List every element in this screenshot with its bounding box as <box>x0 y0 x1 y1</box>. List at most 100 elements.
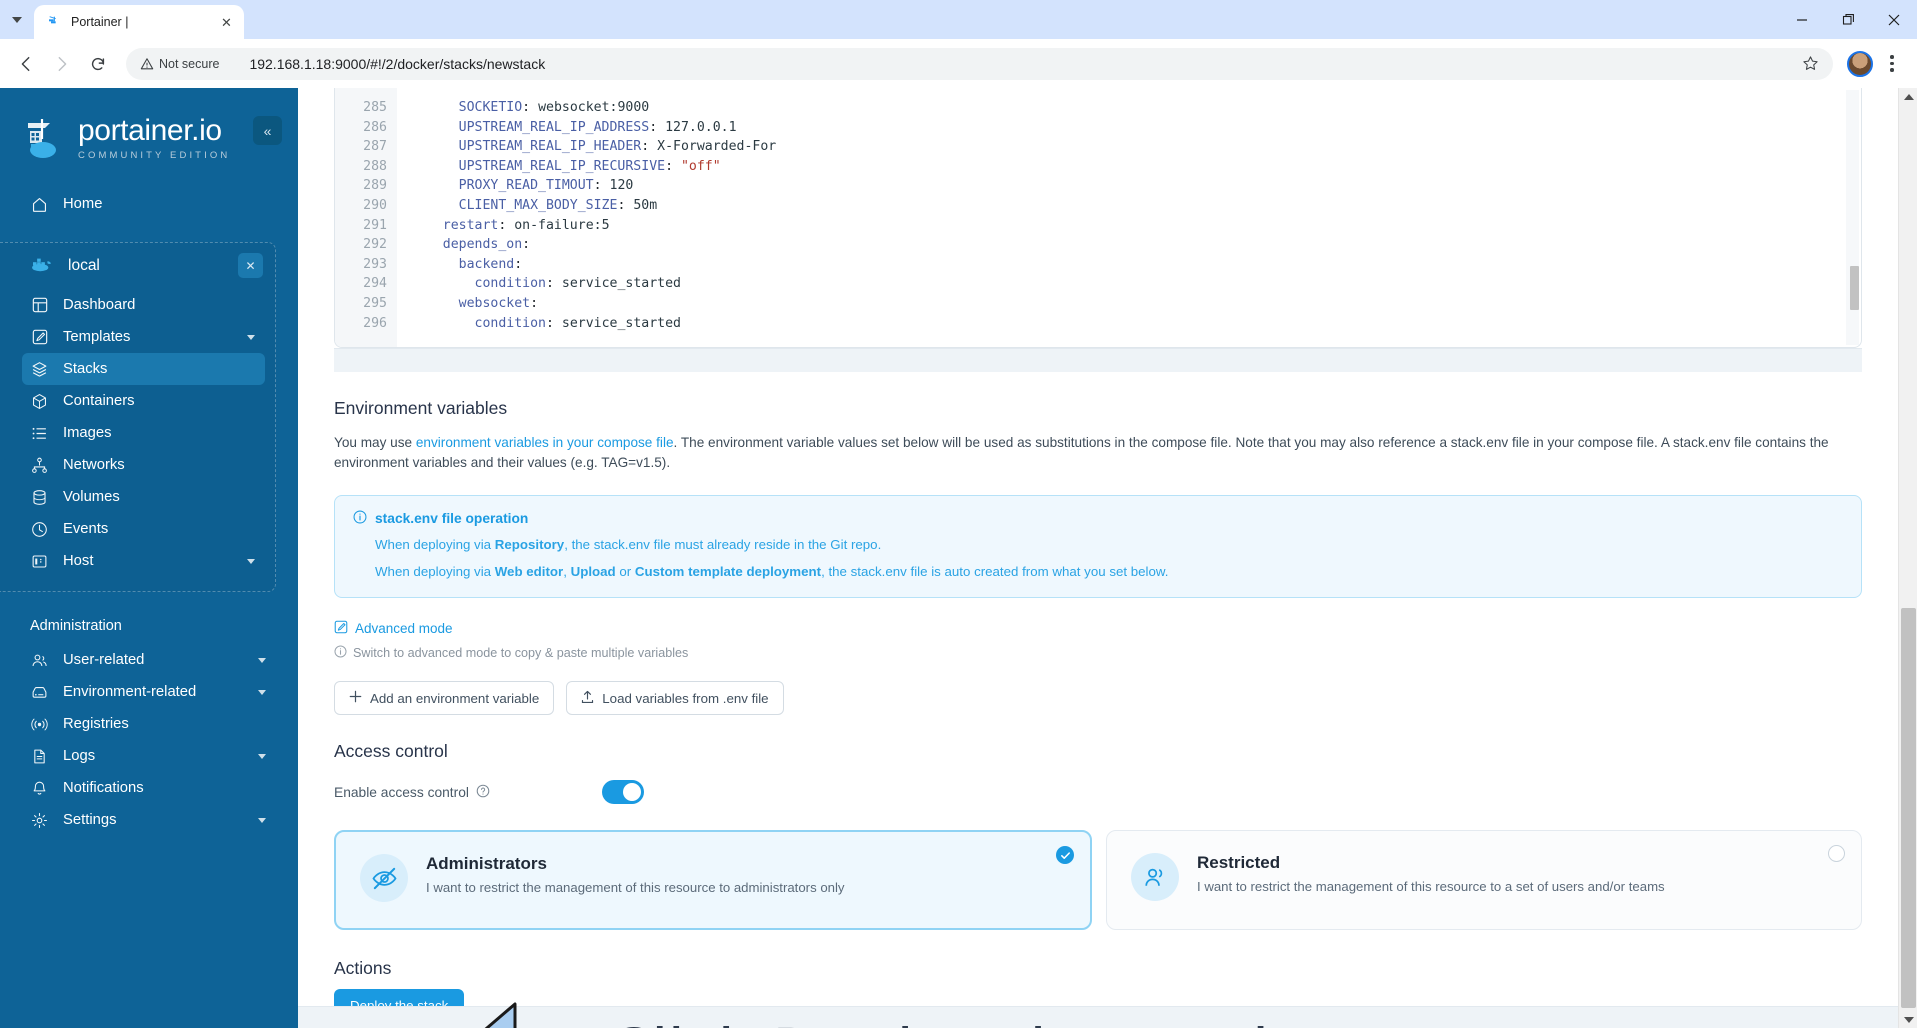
editor-line: UPSTREAM_REAL_IP_HEADER: X-Forwarded-For <box>458 139 777 155</box>
bookmark-star-icon[interactable] <box>1797 51 1823 77</box>
add-environment-variable-button[interactable]: Add an environment variable <box>334 681 555 715</box>
window-controls <box>1779 0 1917 39</box>
check-icon[interactable] <box>1056 846 1074 864</box>
docker-icon <box>30 255 54 278</box>
page-scrollbar-thumb[interactable] <box>1901 608 1916 1008</box>
tab-search-button[interactable] <box>0 4 34 36</box>
browser-menu-button[interactable] <box>1877 48 1907 80</box>
sidebar-item-networks[interactable]: Networks <box>22 449 265 481</box>
environment-icon <box>30 683 49 702</box>
images-icon <box>30 424 49 443</box>
environment-variables-description: You may use environment variables in you… <box>334 433 1862 473</box>
sidebar-item-label: Containers <box>63 393 135 409</box>
editor-line: depends_on: <box>442 237 531 253</box>
editor-line-number: 291 <box>363 217 387 233</box>
editor-line: UPSTREAM_REAL_IP_ADDRESS: 127.0.0.1 <box>458 119 737 135</box>
reload-button[interactable] <box>82 48 114 80</box>
radio-button[interactable] <box>1828 845 1845 862</box>
compose-file-link[interactable]: environment variables in your compose fi… <box>416 435 674 450</box>
tab-title: Portainer | <box>71 15 129 29</box>
sidebar-item-label: Events <box>63 521 109 537</box>
callout-line-1: When deploying via Repository, the stack… <box>375 536 1843 554</box>
users-group-icon <box>1131 853 1179 901</box>
access-card-restricted[interactable]: Restricted I want to restrict the manage… <box>1106 830 1862 930</box>
scroll-up-button[interactable] <box>1899 88 1917 105</box>
sidebar-item-label: Images <box>63 425 112 441</box>
sidebar-item-events[interactable]: Events <box>22 513 265 545</box>
home-icon <box>30 195 49 214</box>
close-window-button[interactable] <box>1871 0 1917 39</box>
sidebar-item-settings[interactable]: Settings <box>22 804 276 836</box>
forward-button[interactable] <box>46 48 78 80</box>
sidebar-item-label: Networks <box>63 457 125 473</box>
triangle-up-icon <box>1903 93 1914 100</box>
page-scrollbar[interactable] <box>1898 88 1917 1028</box>
browser-tab[interactable]: Portainer | ✕ <box>34 5 244 39</box>
scroll-down-button[interactable] <box>1899 1011 1917 1028</box>
page-viewport: portainer.io COMMUNITY EDITION « Home lo… <box>0 88 1917 1028</box>
chevron-down-icon <box>247 558 255 564</box>
networks-icon <box>30 456 49 475</box>
sidebar-item-containers[interactable]: Containers <box>22 385 265 417</box>
back-button[interactable] <box>10 48 42 80</box>
sidebar-item-logs[interactable]: Logs <box>22 740 276 772</box>
section-title-access-control: Access control <box>334 741 448 761</box>
sidebar-collapse-button[interactable]: « <box>253 116 282 145</box>
sidebar-environment-close-icon[interactable]: ✕ <box>238 253 263 278</box>
address-bar[interactable]: Not secure 192.168.1.18:9000/#!/2/docker… <box>126 47 1833 80</box>
editor-line-number: 285 <box>363 100 387 115</box>
enable-access-control-text: Enable access control <box>334 784 469 800</box>
close-icon[interactable]: ✕ <box>217 13 236 32</box>
access-card-title: Administrators <box>426 854 547 873</box>
compose-editor[interactable]: 285 286 287 288 289 290 291 292 293 294 295 296 SOC… <box>334 88 1862 348</box>
editor-line-number: 296 <box>363 315 387 331</box>
browser-titlebar: Portainer | ✕ <box>0 0 1917 39</box>
sidebar-section-administration: Administration <box>30 618 122 634</box>
add-env-label: Add an environment variable <box>370 690 540 706</box>
volumes-icon <box>30 488 49 507</box>
callout-l2-b: Web editor <box>494 564 564 579</box>
sidebar-item-registries[interactable]: Registries <box>22 708 276 740</box>
sidebar-item-label: Host <box>63 553 94 569</box>
sidebar-item-volumes[interactable]: Volumes <box>22 481 265 513</box>
sidebar-item-label: Notifications <box>63 780 144 796</box>
sidebar-environment-header[interactable]: local ✕ <box>0 243 275 289</box>
edit-icon <box>334 620 348 637</box>
sidebar-item-label: Volumes <box>63 489 120 505</box>
sidebar-item-host[interactable]: Host <box>22 545 265 577</box>
sidebar-item-label: Registries <box>63 716 129 732</box>
editor-line: condition: service_started <box>474 276 681 292</box>
editor-code[interactable]: SOCKETIO: websocket:9000 UPSTREAM_REAL_I… <box>397 88 1861 347</box>
callout-l1-a: When deploying via <box>375 537 495 552</box>
editor-line-number: 293 <box>363 256 387 272</box>
sidebar-item-home[interactable]: Home <box>22 188 276 220</box>
sidebar-item-user-related[interactable]: User-related <box>22 644 276 676</box>
access-card-administrators[interactable]: Administrators I want to restrict the ma… <box>334 830 1092 930</box>
sidebar-item-environment-related[interactable]: Environment-related <box>22 676 276 708</box>
sidebar-item-stacks[interactable]: Stacks <box>22 353 265 385</box>
avatar[interactable] <box>1847 50 1873 77</box>
security-indicator[interactable]: Not secure <box>140 57 219 71</box>
editor-line-number: 289 <box>363 178 387 194</box>
info-icon <box>353 510 367 527</box>
editor-line-number: 287 <box>363 139 387 155</box>
sidebar-item-dashboard[interactable]: Dashboard <box>22 289 265 321</box>
enable-access-control-switch[interactable] <box>602 780 644 804</box>
sidebar-item-images[interactable]: Images <box>22 417 265 449</box>
events-icon <box>30 520 49 539</box>
load-env-file-button[interactable]: Load variables from .env file <box>566 681 784 715</box>
sidebar-environment-name: local <box>68 257 100 274</box>
help-icon[interactable] <box>476 784 490 801</box>
editor-scrollbar-thumb[interactable] <box>1850 266 1859 310</box>
sidebar-item-templates[interactable]: Templates <box>22 321 265 353</box>
advanced-mode-hint-text: Switch to advanced mode to copy & paste … <box>353 646 689 660</box>
logo-edition: COMMUNITY EDITION <box>78 149 231 161</box>
maximize-button[interactable] <box>1825 0 1871 39</box>
sidebar: portainer.io COMMUNITY EDITION « Home lo… <box>0 88 298 1028</box>
callout-l2-g: , the stack.env file is auto created fro… <box>821 564 1169 579</box>
editor-line-number: 286 <box>363 119 387 135</box>
advanced-mode-toggle[interactable]: Advanced mode <box>334 620 1898 637</box>
minimize-button[interactable] <box>1779 0 1825 39</box>
sidebar-item-notifications[interactable]: Notifications <box>22 772 276 804</box>
callout-line-2: When deploying via Web editor, Upload or… <box>375 563 1843 581</box>
